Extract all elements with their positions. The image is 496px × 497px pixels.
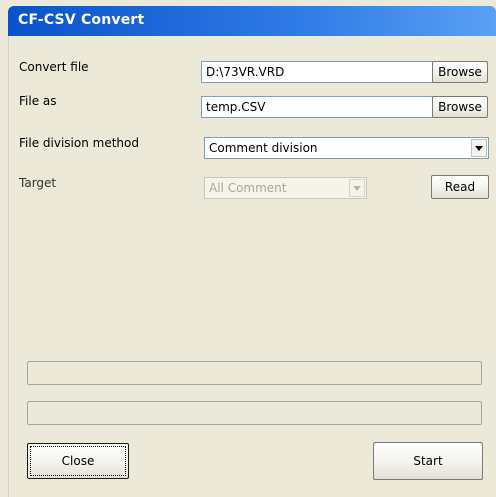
close-button[interactable]: Close [27, 443, 129, 479]
title-bar[interactable]: CF-CSV Convert [8, 6, 496, 36]
file-as-browse-button[interactable]: Browse [432, 96, 488, 118]
target-label: Target [19, 176, 57, 190]
dialog-body: Convert file D:\73VR.VRD Browse File as … [8, 36, 496, 497]
convert-file-label: Convert file [19, 60, 89, 74]
division-method-label: File division method [19, 136, 139, 150]
file-as-label: File as [19, 94, 57, 108]
chevron-down-icon[interactable] [349, 179, 365, 197]
chevron-down-icon[interactable] [471, 139, 487, 157]
window-title: CF-CSV Convert [18, 12, 145, 28]
start-button[interactable]: Start [373, 442, 483, 480]
cf-csv-convert-window: CF-CSV Convert Convert file D:\73VR.VRD … [0, 0, 496, 497]
file-as-input[interactable]: temp.CSV [201, 96, 433, 118]
progress-bar-secondary [27, 401, 482, 425]
convert-file-input[interactable]: D:\73VR.VRD [201, 61, 433, 83]
convert-file-browse-button[interactable]: Browse [432, 61, 488, 83]
target-select[interactable]: All Comment [204, 177, 367, 199]
progress-bar-primary [27, 361, 482, 385]
division-method-value: Comment division [209, 141, 318, 155]
division-method-select[interactable]: Comment division [204, 137, 489, 159]
read-button[interactable]: Read [431, 175, 489, 199]
target-value: All Comment [209, 181, 287, 195]
